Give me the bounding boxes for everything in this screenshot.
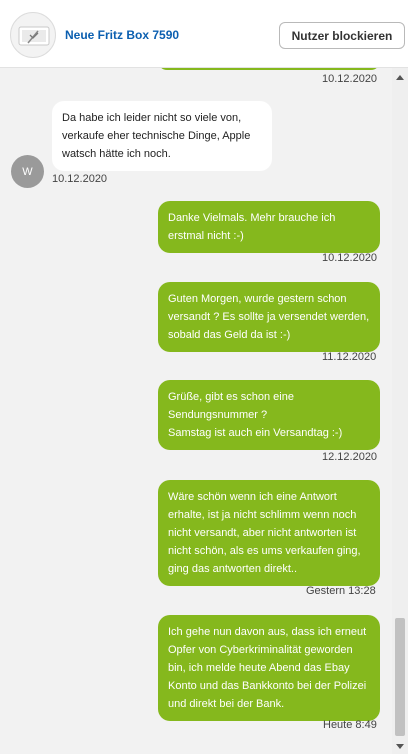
message-bubble-out: Wäre schön wenn ich eine Antwort erhalte… [158,480,380,586]
message-time: 10.12.2020 [52,173,108,185]
router-image-icon [18,26,50,46]
message-time: 10.12.2020 [322,73,378,85]
message-time: 10.12.2020 [322,252,378,264]
message-bubble-out-partial [158,68,380,70]
block-user-button[interactable]: Nutzer blockieren [279,22,405,49]
arrow-down-icon[interactable] [396,744,404,749]
message-time: Heute 8:49 [323,719,377,731]
message-time: 12.12.2020 [322,451,378,463]
partner-avatar: W [11,155,44,188]
message-bubble-out: Danke Vielmals. Mehr brauche ich erstmal… [158,201,380,253]
listing-thumbnail-icon[interactable] [10,12,56,58]
message-bubble-out: Guten Morgen, wurde gestern schon versan… [158,282,380,352]
message-time: Gestern 13:28 [306,585,376,597]
listing-title-link[interactable]: Neue Fritz Box 7590 [65,28,179,42]
message-bubble-in: Da habe ich leider nicht so viele von, v… [52,101,272,171]
message-bubble-out: Grüße, gibt es schon eine Sendungsnummer… [158,380,380,450]
chat-header: Neue Fritz Box 7590 Nutzer blockieren [0,0,408,68]
scrollbar-thumb[interactable] [395,618,405,736]
arrow-up-icon[interactable] [396,75,404,80]
message-thread[interactable]: 10.12.2020 Da habe ich leider nicht so v… [0,68,408,754]
message-time: 11.12.2020 [322,351,377,363]
message-bubble-out: Ich gehe nun davon aus, dass ich erneut … [158,615,380,721]
